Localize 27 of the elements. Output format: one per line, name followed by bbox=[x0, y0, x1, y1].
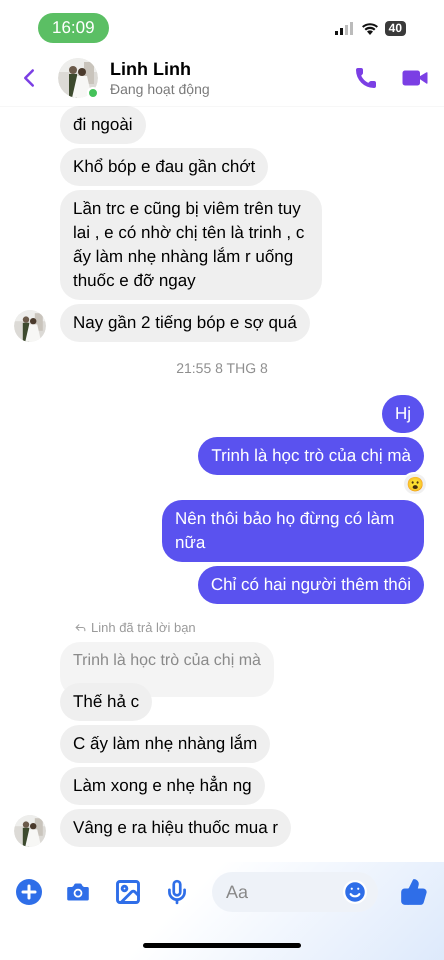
message-bubble: Vâng e ra hiệu thuốc mua r bbox=[60, 808, 292, 846]
message-bubble: Chỉ có hai người thêm thôi bbox=[198, 566, 424, 604]
timestamp: 21:55 8 THG 8 bbox=[176, 359, 268, 378]
reply-note: Linh đã trả lời bạn bbox=[91, 619, 196, 637]
reaction-emoji: 😮 bbox=[402, 472, 428, 496]
message-bubble: Nên thôi bảo họ đừng có làm nữa bbox=[162, 500, 424, 562]
message-bubble: Khổ bóp e đau gần chớt bbox=[60, 148, 268, 186]
message-field[interactable]: Aa bbox=[212, 872, 378, 912]
signal-icon bbox=[334, 22, 355, 34]
status-time: 16:09 bbox=[38, 13, 109, 43]
message-bubble: C ấy làm nhẹ nhàng lắm bbox=[60, 724, 270, 762]
gallery-button[interactable] bbox=[114, 878, 142, 906]
wifi-icon bbox=[360, 22, 379, 34]
add-button[interactable] bbox=[16, 879, 42, 905]
message-bubble: Làm xong e nhẹ hẳn ng bbox=[60, 766, 265, 804]
message-bubble: Nay gần 2 tiếng bóp e sợ quá bbox=[60, 304, 310, 342]
message-bubble: Thế hả c bbox=[60, 682, 152, 720]
message-bubble: Trinh là học trò của chị mà bbox=[198, 437, 424, 475]
contact-name: Linh Linh bbox=[110, 58, 192, 80]
active-status: Đang hoạt động bbox=[110, 80, 211, 98]
message-bubble: Hj bbox=[382, 395, 424, 433]
message-bubble: đi ngoài bbox=[60, 106, 146, 144]
call-button[interactable] bbox=[354, 66, 378, 90]
like-button[interactable] bbox=[400, 878, 428, 906]
battery-indicator: 40 bbox=[384, 20, 406, 36]
message-bubble: Lần trc e cũng bị viêm trên tuy lai , e có nhờ chị tên là trinh , c ấy làm nhẹ nhàng lắm r uống thuốc e đỡ ngay bbox=[60, 190, 322, 300]
reply-icon bbox=[74, 621, 87, 634]
